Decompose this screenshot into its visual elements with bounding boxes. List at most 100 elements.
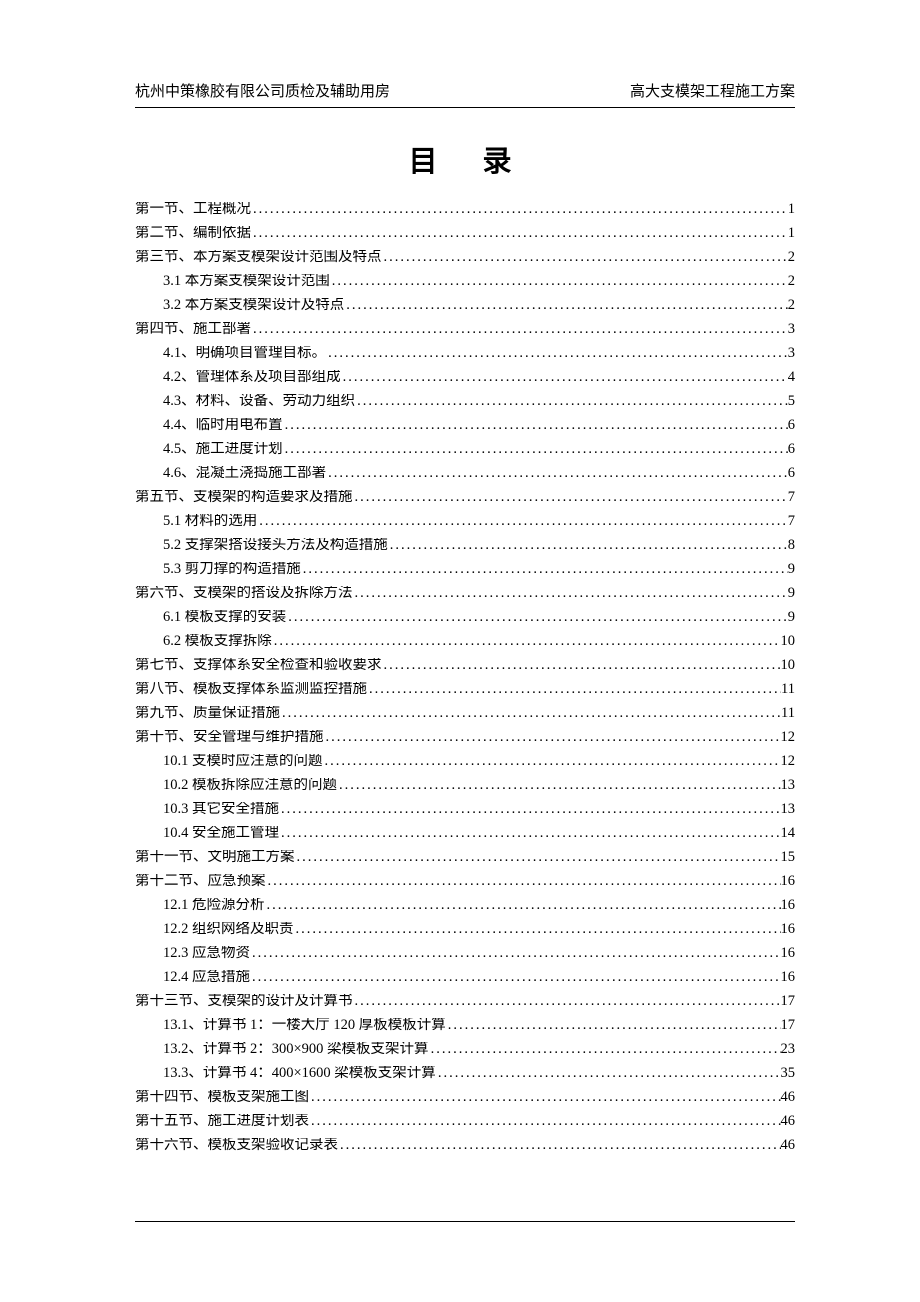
toc-dots bbox=[355, 394, 788, 409]
toc-entry-page: 12 bbox=[781, 754, 796, 769]
toc-entry: 第九节、质量保证措施 11 bbox=[135, 706, 795, 721]
toc-dots bbox=[341, 370, 788, 385]
toc-dots bbox=[279, 826, 781, 841]
toc-dots bbox=[280, 706, 781, 721]
toc-entry: 4.2、管理体系及项目部组成4 bbox=[135, 370, 795, 385]
toc-entry: 6.1 模板支撑的安装9 bbox=[135, 610, 795, 625]
toc-entry-label: 4.3、材料、设备、劳动力组织 bbox=[163, 394, 355, 409]
toc-entry-label: 第九节、质量保证措施 bbox=[135, 706, 280, 721]
toc-entry-page: 2 bbox=[788, 274, 795, 289]
toc-entry-label: 5.3 剪刀撑的构造措施 bbox=[163, 562, 301, 577]
toc-dots bbox=[367, 682, 781, 697]
toc-entry: 10.2 模板拆除应注意的问题13 bbox=[135, 778, 795, 793]
toc-dots bbox=[251, 226, 788, 241]
toc-entry-label: 5.1 材料的选用 bbox=[163, 514, 257, 529]
toc-entry-label: 第八节、模板支撑体系监测监控措施 bbox=[135, 682, 367, 697]
toc-entry-page: 11 bbox=[781, 706, 795, 721]
toc-entry-page: 13 bbox=[781, 778, 796, 793]
toc-entry-label: 4.5、施工进度计划 bbox=[163, 442, 283, 457]
toc-entry-label: 12.4 应急措施 bbox=[163, 970, 250, 985]
toc-entry-label: 12.3 应急物资 bbox=[163, 946, 250, 961]
toc-entry-label: 第十四节、模板支架施工图 bbox=[135, 1090, 309, 1105]
toc-entry-page: 1 bbox=[788, 202, 795, 217]
toc-dots bbox=[388, 538, 788, 553]
toc-dots bbox=[326, 346, 788, 361]
toc-dots bbox=[337, 778, 781, 793]
toc-entry-label: 10.1 支模时应注意的问题 bbox=[163, 754, 323, 769]
toc-dots bbox=[353, 490, 788, 505]
toc-entry-label: 6.2 模板支撑拆除 bbox=[163, 634, 272, 649]
toc-entry-label: 13.3、计算书 4：400×1600 梁模板支架计算 bbox=[163, 1066, 436, 1081]
toc-entry-label: 第三节、本方案支模架设计范围及特点 bbox=[135, 250, 382, 265]
toc-entry-page: 8 bbox=[788, 538, 795, 553]
toc-dots bbox=[382, 658, 781, 673]
toc-dots bbox=[257, 514, 788, 529]
toc-dots bbox=[250, 970, 781, 985]
toc-entry-page: 16 bbox=[781, 970, 796, 985]
toc-entry-label: 第十二节、应急预案 bbox=[135, 874, 266, 889]
toc-entry-page: 12 bbox=[781, 730, 796, 745]
toc-entry: 3.2 本方案支模架设计及特点 2 bbox=[135, 298, 795, 313]
toc-dots bbox=[330, 274, 788, 289]
toc-entry-label: 3.1 本方案支模架设计范围 bbox=[163, 274, 330, 289]
toc-entry-label: 第十三节、支模架的设计及计算书 bbox=[135, 994, 353, 1009]
toc-entry-label: 12.1 危险源分析 bbox=[163, 898, 265, 913]
toc-entry-label: 10.3 其它安全措施 bbox=[163, 802, 279, 817]
toc-entry-label: 第二节、编制依据 bbox=[135, 226, 251, 241]
toc-entry-page: 2 bbox=[788, 250, 795, 265]
toc-entry-page: 23 bbox=[781, 1042, 796, 1057]
toc-entry: 第七节、支撑体系安全检查和验收要求10 bbox=[135, 658, 795, 673]
toc-entry: 12.4 应急措施 16 bbox=[135, 970, 795, 985]
toc-entry: 第十二节、应急预案16 bbox=[135, 874, 795, 889]
toc-entry-page: 6 bbox=[788, 466, 795, 481]
toc-entry-label: 3.2 本方案支模架设计及特点 bbox=[163, 298, 344, 313]
toc-dots bbox=[272, 634, 781, 649]
toc-dots bbox=[279, 802, 781, 817]
toc-entry: 4.4、临时用电布置6 bbox=[135, 418, 795, 433]
toc-entry-label: 5.2 支撑架搭设接头方法及构造措施 bbox=[163, 538, 388, 553]
toc-dots bbox=[446, 1018, 781, 1033]
toc-dots bbox=[436, 1066, 781, 1081]
toc-entry: 第十三节、支模架的设计及计算书 17 bbox=[135, 994, 795, 1009]
toc-entry-label: 第十节、安全管理与维护措施 bbox=[135, 730, 324, 745]
toc-entry: 第十四节、模板支架施工图 46 bbox=[135, 1090, 795, 1105]
toc-entry-page: 16 bbox=[781, 922, 796, 937]
toc-entry-label: 第五节、支模架的构造要求及措施 bbox=[135, 490, 353, 505]
toc-entry: 13.2、计算书 2：300×900 梁模板支架计算23 bbox=[135, 1042, 795, 1057]
toc-dots bbox=[309, 1090, 781, 1105]
table-of-contents: 第一节、工程概况1第二节、编制依据1第三节、本方案支模架设计范围及特点23.1 … bbox=[135, 202, 795, 1153]
toc-entry-label: 第十六节、模板支架验收记录表 bbox=[135, 1138, 338, 1153]
toc-entry-page: 11 bbox=[781, 682, 795, 697]
toc-entry-page: 46 bbox=[781, 1090, 796, 1105]
toc-entry: 第六节、支模架的搭设及拆除方法9 bbox=[135, 586, 795, 601]
toc-entry-label: 第四节、施工部署 bbox=[135, 322, 251, 337]
toc-dots bbox=[295, 850, 781, 865]
toc-entry-page: 6 bbox=[788, 418, 795, 433]
toc-entry-page: 5 bbox=[788, 394, 795, 409]
toc-dots bbox=[338, 1138, 781, 1153]
toc-entry-label: 第七节、支撑体系安全检查和验收要求 bbox=[135, 658, 382, 673]
toc-entry: 10.4 安全施工管理14 bbox=[135, 826, 795, 841]
toc-entry: 10.1 支模时应注意的问题 12 bbox=[135, 754, 795, 769]
toc-entry: 12.1 危险源分析16 bbox=[135, 898, 795, 913]
toc-entry: 3.1 本方案支模架设计范围 2 bbox=[135, 274, 795, 289]
toc-entry-label: 4.1、明确项目管理目标。 bbox=[163, 346, 326, 361]
toc-entry-page: 17 bbox=[781, 1018, 796, 1033]
toc-entry-page: 17 bbox=[781, 994, 796, 1009]
toc-dots bbox=[251, 322, 788, 337]
toc-entry-page: 7 bbox=[788, 490, 795, 505]
toc-dots bbox=[353, 994, 781, 1009]
toc-entry: 12.3 应急物资16 bbox=[135, 946, 795, 961]
toc-entry-page: 2 bbox=[788, 298, 795, 313]
footer-divider bbox=[135, 1221, 795, 1222]
toc-dots bbox=[382, 250, 788, 265]
toc-entry: 4.5、施工进度计划6 bbox=[135, 442, 795, 457]
toc-entry-label: 第六节、支模架的搭设及拆除方法 bbox=[135, 586, 353, 601]
toc-entry-page: 1 bbox=[788, 226, 795, 241]
toc-entry: 第十六节、模板支架验收记录表46 bbox=[135, 1138, 795, 1153]
toc-entry: 5.2 支撑架搭设接头方法及构造措施 8 bbox=[135, 538, 795, 553]
toc-entry-label: 第十一节、文明施工方案 bbox=[135, 850, 295, 865]
toc-entry: 第四节、施工部署3 bbox=[135, 322, 795, 337]
toc-entry-page: 10 bbox=[781, 634, 796, 649]
toc-dots bbox=[266, 874, 781, 889]
